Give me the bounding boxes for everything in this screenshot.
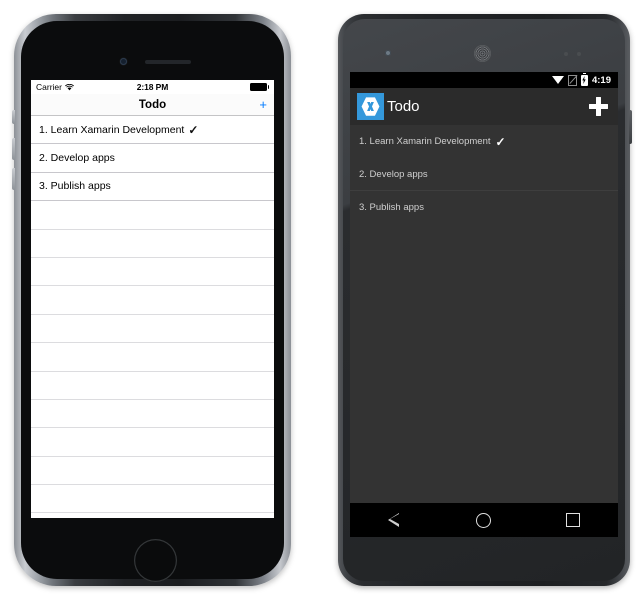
android-todo-row[interactable]: 3. Publish apps (350, 191, 618, 224)
page-title: Todo (138, 98, 167, 111)
ios-status-bar: Carrier 2:18 PM (31, 80, 274, 94)
front-camera-icon (120, 58, 127, 65)
iphone-device: Carrier 2:18 PM Todo + 1. Learn Xamarin … (12, 14, 291, 586)
app-title: Todo (387, 98, 420, 115)
iphone-volume-down-button[interactable] (12, 168, 15, 190)
earpiece-speaker (145, 60, 191, 64)
ios-todo-label: 1. Learn Xamarin Development (39, 123, 185, 136)
xamarin-hexagon-icon (361, 97, 380, 116)
ios-empty-row (31, 428, 274, 457)
ios-empty-row (31, 371, 274, 400)
android-todo-row[interactable]: 2. Develop apps (350, 158, 618, 191)
ios-empty-row (31, 456, 274, 486)
ios-empty-row (31, 343, 274, 372)
ios-empty-row (31, 513, 274, 518)
android-device: 4:19 Todo 1. Learn Xamarin Development ✓ 2… (338, 14, 632, 586)
iphone-volume-up-button[interactable] (12, 138, 15, 160)
android-todo-label: 3. Publish apps (359, 202, 424, 213)
ios-todo-label: 2. Develop apps (39, 152, 115, 165)
light-sensor-icon (577, 52, 581, 56)
ios-todo-row[interactable]: 3. Publish apps (31, 172, 274, 202)
home-icon[interactable] (475, 512, 491, 528)
iphone-silent-switch[interactable] (12, 110, 15, 124)
battery-charging-icon (580, 72, 588, 86)
android-clock: 4:19 (591, 74, 611, 86)
checkmark-icon: ✓ (188, 122, 199, 137)
ios-clock: 2:18 PM (136, 82, 169, 92)
android-todo-label: 1. Learn Xamarin Development (359, 136, 491, 147)
ios-empty-row (31, 201, 274, 230)
ios-todo-row[interactable]: 1. Learn Xamarin Development ✓ (31, 116, 274, 145)
ios-todo-list[interactable]: 1. Learn Xamarin Development ✓ 2. Develop … (31, 116, 274, 518)
ios-empty-row (31, 257, 274, 287)
ios-add-button[interactable]: + (259, 98, 267, 111)
xamarin-logo-icon (357, 93, 384, 120)
android-todo-row[interactable]: 1. Learn Xamarin Development ✓ (350, 125, 618, 158)
android-nav-bar (350, 503, 618, 537)
ios-empty-row (31, 485, 274, 514)
ios-nav-bar: Todo + (31, 94, 274, 116)
earpiece-speaker (474, 45, 491, 62)
ios-screen: Carrier 2:18 PM Todo + 1. Learn Xamarin … (31, 80, 274, 518)
android-toolbar: Todo (350, 88, 618, 125)
checkmark-icon: ✓ (495, 134, 506, 149)
android-todo-label: 2. Develop apps (359, 168, 428, 180)
proximity-sensor-icon (564, 52, 568, 56)
android-status-bar: 4:19 (350, 72, 618, 88)
iphone-home-button[interactable] (134, 539, 177, 582)
ios-empty-row (31, 399, 274, 429)
ios-empty-row (31, 229, 274, 258)
wifi-icon (551, 76, 564, 84)
recents-icon[interactable] (566, 513, 581, 527)
ios-empty-row (31, 314, 274, 344)
android-todo-list[interactable]: 1. Learn Xamarin Development ✓ 2. Develop … (350, 125, 618, 503)
charging-bolt-icon (582, 76, 587, 84)
ios-empty-row (31, 286, 274, 315)
ios-todo-row[interactable]: 2. Develop apps (31, 144, 274, 173)
android-screen: 4:19 Todo 1. Learn Xamarin Development ✓ 2… (350, 72, 618, 537)
android-add-button[interactable] (589, 97, 608, 116)
front-camera-icon (385, 50, 391, 56)
android-volume-button[interactable] (629, 110, 632, 144)
no-sim-icon (567, 74, 577, 86)
ios-todo-label: 3. Publish apps (39, 180, 111, 193)
back-icon[interactable] (387, 512, 401, 528)
